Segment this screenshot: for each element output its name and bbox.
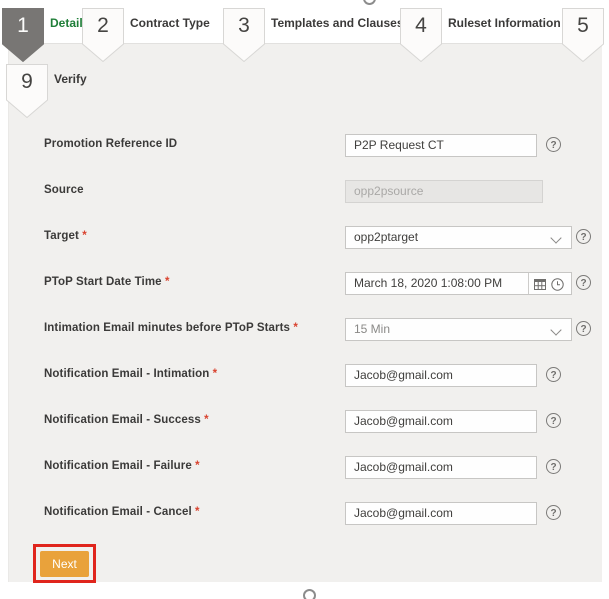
required-marker: * xyxy=(192,460,200,472)
required-marker: * xyxy=(79,230,87,242)
resize-handle-icon xyxy=(363,0,376,5)
step-number: 9 xyxy=(6,69,48,95)
wizard-step-5[interactable]: 5 xyxy=(562,8,604,62)
field-value: opp2psource xyxy=(354,184,423,198)
resize-handle-icon xyxy=(303,589,316,599)
required-marker: * xyxy=(201,414,209,426)
field-value: Jacob@gmail.com xyxy=(354,460,453,474)
step-label: Verify xyxy=(54,72,87,86)
next-button[interactable]: Next xyxy=(40,551,89,577)
step-number: 4 xyxy=(400,13,442,39)
wizard-step-1-details[interactable]: 1Details xyxy=(2,8,44,62)
step-number: 3 xyxy=(223,13,265,39)
required-marker: * xyxy=(209,368,217,380)
field-value: Jacob@gmail.com xyxy=(354,368,453,382)
field-label: Notification Email - Cancel * xyxy=(44,506,200,518)
clock-icon[interactable] xyxy=(551,278,564,291)
required-marker: * xyxy=(290,322,298,334)
step-number: 5 xyxy=(562,13,604,39)
field-label: Notification Email - Success * xyxy=(44,414,209,426)
wizard-step-3-templates-and-clauses[interactable]: 3Templates and Clauses xyxy=(223,8,265,62)
dropdown-select[interactable]: opp2ptarget xyxy=(345,226,572,249)
field-value: Jacob@gmail.com xyxy=(354,506,453,520)
step-label: Ruleset Information xyxy=(448,16,561,30)
form-row: Notification Email - Intimation * Jacob@g… xyxy=(0,364,609,387)
form-row: Notification Email - Success * Jacob@gmai… xyxy=(0,410,609,433)
wizard-form-page: 1Details2Contract Type3Templates and Cla… xyxy=(0,0,609,599)
field-value: opp2ptarget xyxy=(354,230,418,244)
required-marker: * xyxy=(192,506,200,518)
help-icon[interactable]: ? xyxy=(546,413,561,428)
help-icon[interactable]: ? xyxy=(576,275,591,290)
text-input[interactable]: P2P Request CT xyxy=(345,134,537,157)
datetime-input[interactable]: March 18, 2020 1:08:00 PM xyxy=(345,272,572,295)
field-label: Notification Email - Failure * xyxy=(44,460,200,472)
step-label: Templates and Clauses xyxy=(271,16,404,30)
field-value: Jacob@gmail.com xyxy=(354,414,453,428)
help-icon[interactable]: ? xyxy=(576,229,591,244)
help-icon[interactable]: ? xyxy=(546,505,561,520)
wizard-step-2-contract-type[interactable]: 2Contract Type xyxy=(82,8,124,62)
required-marker: * xyxy=(162,276,170,288)
text-input[interactable]: Jacob@gmail.com xyxy=(345,364,537,387)
help-icon[interactable]: ? xyxy=(576,321,591,336)
help-icon[interactable]: ? xyxy=(546,459,561,474)
form-row: Promotion Reference ID P2P Request CT? xyxy=(0,134,609,157)
field-value: P2P Request CT xyxy=(354,138,444,152)
wizard-step-9-verify[interactable]: 9Verify xyxy=(6,64,48,118)
dropdown-select[interactable]: 15 Min xyxy=(345,318,572,341)
field-label: Source xyxy=(44,184,84,196)
form-row: Source opp2psource xyxy=(0,180,609,203)
disabled-input: opp2psource xyxy=(345,180,543,203)
step-label: Contract Type xyxy=(130,16,210,30)
form-row: PToP Start Date Time * March 18, 2020 1:0… xyxy=(0,272,609,295)
step-number: 1 xyxy=(2,13,44,39)
chevron-down-icon xyxy=(550,324,561,335)
form-row: Notification Email - Cancel * Jacob@gmail… xyxy=(0,502,609,525)
datetime-picker-icons xyxy=(528,273,571,294)
form-row: Intimation Email minutes before PToP Sta… xyxy=(0,318,609,341)
step-number: 2 xyxy=(82,13,124,39)
field-label: PToP Start Date Time * xyxy=(44,276,170,288)
field-value: 15 Min xyxy=(354,322,390,336)
field-label: Target * xyxy=(44,230,87,242)
field-value: March 18, 2020 1:08:00 PM xyxy=(354,276,502,290)
field-label: Intimation Email minutes before PToP Sta… xyxy=(44,322,298,334)
form-row: Target * opp2ptarget? xyxy=(0,226,609,249)
wizard-step-4-ruleset-information[interactable]: 4Ruleset Information xyxy=(400,8,442,62)
text-input[interactable]: Jacob@gmail.com xyxy=(345,502,537,525)
field-label: Notification Email - Intimation * xyxy=(44,368,217,380)
calendar-icon[interactable] xyxy=(534,278,546,290)
text-input[interactable]: Jacob@gmail.com xyxy=(345,456,537,479)
text-input[interactable]: Jacob@gmail.com xyxy=(345,410,537,433)
form-row: Notification Email - Failure * Jacob@gmai… xyxy=(0,456,609,479)
chevron-down-icon xyxy=(550,232,561,243)
help-icon[interactable]: ? xyxy=(546,137,561,152)
field-label: Promotion Reference ID xyxy=(44,138,177,150)
help-icon[interactable]: ? xyxy=(546,367,561,382)
